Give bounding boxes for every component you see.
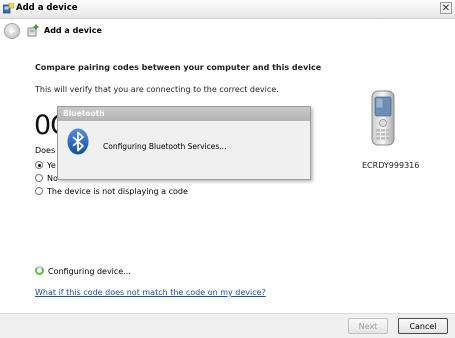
bluetooth-progress-dialog: Bluetooth Configuring Bluetooth Services… xyxy=(57,106,311,180)
add-device-icon xyxy=(3,3,14,14)
next-button[interactable]: Next xyxy=(348,318,388,334)
option-label: Ye xyxy=(47,161,56,170)
help-link[interactable]: What if this code does not match the cod… xyxy=(35,288,266,297)
option-yes[interactable]: Ye xyxy=(35,161,56,173)
spinner-icon xyxy=(35,266,44,275)
radio-selected-icon xyxy=(35,161,43,169)
instruction-heading: Compare pairing codes between your compu… xyxy=(35,63,322,72)
status-label: Configuring device... xyxy=(48,267,131,276)
back-arrow-icon xyxy=(8,28,15,35)
close-button[interactable]: ✕ xyxy=(440,2,452,14)
window-title: Add a device xyxy=(16,3,78,13)
mobile-phone-icon xyxy=(371,90,395,146)
footer-bar: Next Cancel xyxy=(0,313,455,338)
dialog-title: Bluetooth xyxy=(58,107,310,121)
radio-icon xyxy=(35,174,43,182)
page-title: Add a device xyxy=(44,26,102,35)
match-question: Does xyxy=(35,146,56,155)
option-no[interactable]: No xyxy=(35,174,58,186)
bluetooth-icon xyxy=(67,128,89,155)
cancel-button[interactable]: Cancel xyxy=(398,318,448,334)
add-device-icon xyxy=(27,24,39,37)
instruction-text: This will verify that you are connecting… xyxy=(35,85,279,94)
navigation-bar: Add a device xyxy=(0,19,455,43)
option-label: The device is not displaying a code xyxy=(47,187,188,196)
radio-icon xyxy=(35,187,43,195)
close-icon: ✕ xyxy=(441,3,451,14)
status-text: Configuring device... xyxy=(35,266,131,276)
title-bar: Add a device ✕ xyxy=(0,0,455,19)
option-no-code[interactable]: The device is not displaying a code xyxy=(35,187,188,199)
device-name: ECRDY999316 xyxy=(362,161,420,170)
back-button[interactable] xyxy=(4,23,20,39)
dialog-message: Configuring Bluetooth Services... xyxy=(103,142,227,151)
